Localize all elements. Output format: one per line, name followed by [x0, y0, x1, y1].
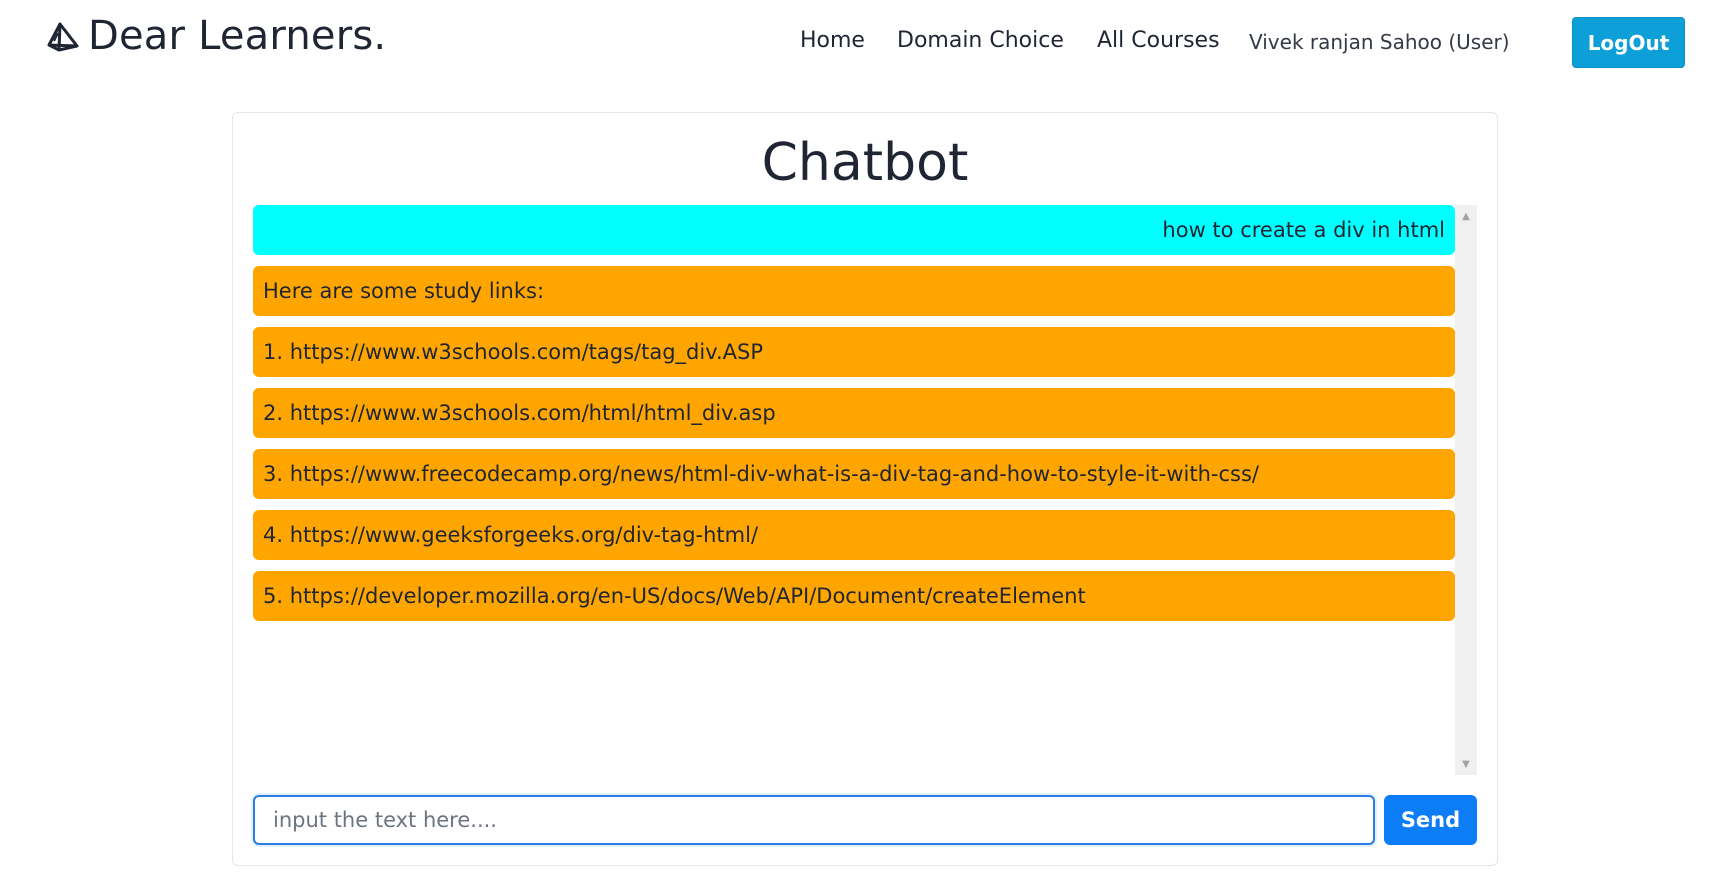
user-message: how to create a div in html: [253, 205, 1455, 255]
nav-all-courses[interactable]: All Courses: [1097, 26, 1220, 56]
top-navbar: Dear Learners. Home Domain Choice All Co…: [0, 0, 1720, 84]
bot-message-link: 3. https://www.freecodecamp.org/news/htm…: [253, 449, 1455, 499]
nav-domain-choice[interactable]: Domain Choice: [897, 26, 1064, 56]
bot-message: Here are some study links:: [253, 266, 1455, 316]
nav-home[interactable]: Home: [800, 26, 865, 56]
scroll-up-icon[interactable]: ▲: [1455, 207, 1477, 225]
logout-button[interactable]: LogOut: [1572, 17, 1685, 68]
bot-message-link: 1. https://www.w3schools.com/tags/tag_di…: [253, 327, 1455, 377]
page-title: Chatbot: [761, 133, 969, 193]
brand[interactable]: Dear Learners.: [46, 14, 386, 58]
bot-message-link: 5. https://developer.mozilla.org/en-US/d…: [253, 571, 1455, 621]
bot-message-link: 2. https://www.w3schools.com/html/html_d…: [253, 388, 1455, 438]
bot-message-link: 4. https://www.geeksforgeeks.org/div-tag…: [253, 510, 1455, 560]
brand-name: Dear Learners.: [88, 13, 387, 59]
book-icon: [46, 19, 80, 53]
user-name-label: Vivek ranjan Sahoo (User): [1249, 30, 1510, 54]
chat-window[interactable]: how to create a div in html Here are som…: [253, 205, 1477, 775]
chat-message-list: how to create a div in html Here are som…: [253, 205, 1455, 775]
chat-scrollbar[interactable]: ▲ ▼: [1455, 205, 1477, 775]
send-button[interactable]: Send: [1384, 795, 1477, 845]
scroll-down-icon[interactable]: ▼: [1455, 755, 1477, 773]
chat-input-row: Send: [253, 795, 1477, 845]
chatbot-card: Chatbot how to create a div in html Here…: [232, 112, 1498, 866]
chat-input[interactable]: [253, 795, 1375, 845]
